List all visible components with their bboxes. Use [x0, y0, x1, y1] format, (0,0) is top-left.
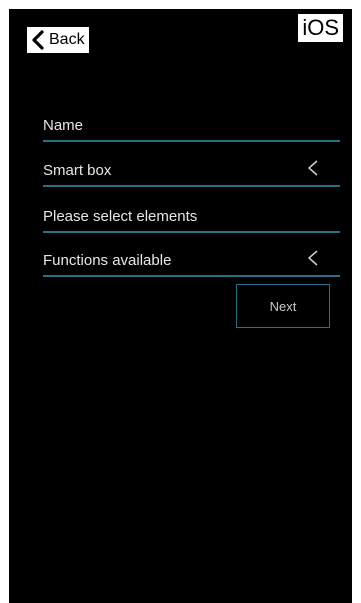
name-field[interactable]: Name — [43, 104, 340, 142]
elements-label: Please select elements — [43, 208, 198, 225]
functions-label: Functions available — [43, 252, 172, 269]
elements-select[interactable]: Please select elements — [43, 195, 340, 233]
smart-box-underline — [43, 185, 340, 187]
chevron-left-icon — [32, 30, 44, 50]
smart-box-select[interactable]: Smart box — [43, 149, 340, 187]
functions-underline — [43, 275, 340, 277]
phone-screen: Back Name Smart box Please select elemen… — [9, 9, 352, 603]
os-label: iOS — [298, 14, 343, 42]
back-button[interactable]: Back — [27, 27, 89, 53]
functions-select[interactable]: Functions available — [43, 239, 340, 277]
elements-underline — [43, 231, 340, 233]
name-underline — [43, 140, 340, 142]
chevron-left-icon — [307, 250, 318, 266]
chevron-left-icon — [307, 160, 318, 176]
smart-box-label: Smart box — [43, 162, 112, 179]
name-label: Name — [43, 117, 84, 134]
next-button[interactable]: Next — [236, 284, 330, 328]
back-label: Back — [49, 31, 85, 48]
